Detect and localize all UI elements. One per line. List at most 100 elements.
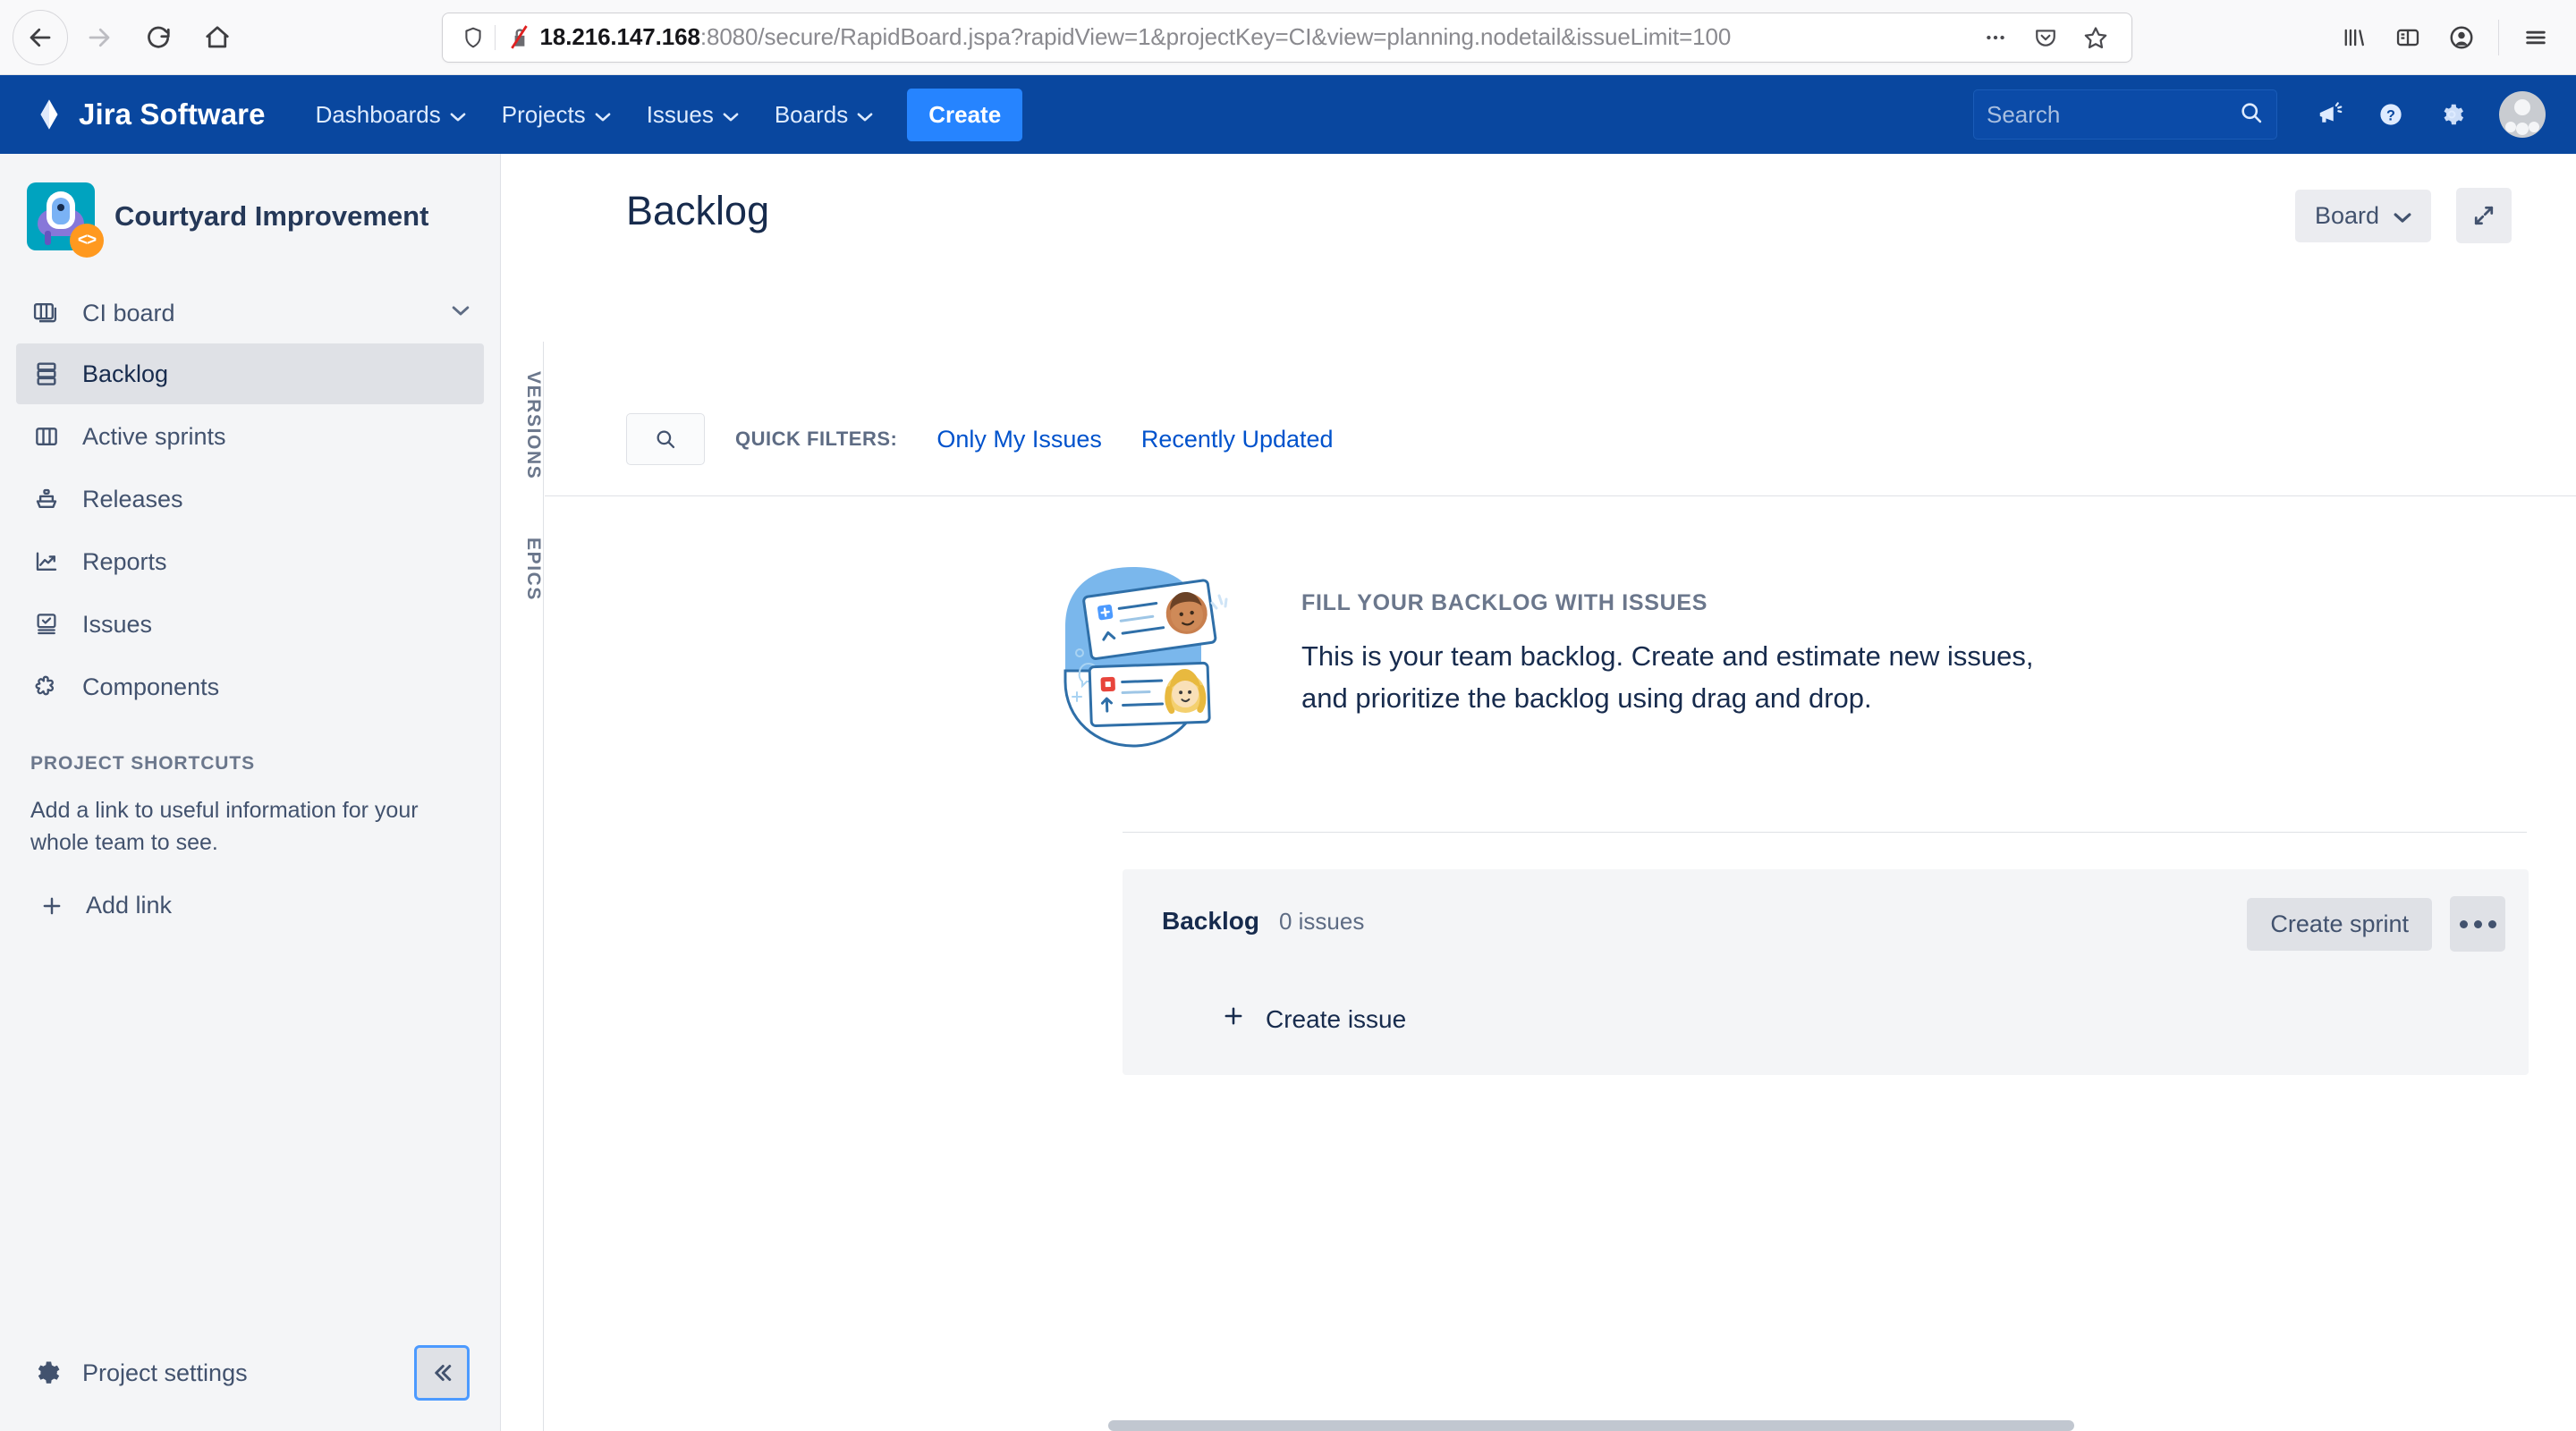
- backlog-empty-illustration: [1028, 556, 1239, 753]
- sidebar-board-label: CI board: [82, 299, 175, 326]
- search-icon: [2239, 100, 2264, 130]
- hamburger-menu-icon[interactable]: [2510, 12, 2562, 64]
- nav-item-issues[interactable]: Issues: [631, 89, 755, 141]
- board-view-select[interactable]: Board: [2294, 189, 2431, 242]
- url-divider: [494, 24, 496, 50]
- plus-icon: [1221, 1003, 1246, 1035]
- library-icon[interactable]: [2328, 12, 2380, 64]
- sidebar-item-backlog[interactable]: Backlog: [16, 343, 484, 404]
- help-circle-icon[interactable]: ?: [2363, 87, 2419, 142]
- backlog-section-header: Backlog 0 issues: [1162, 907, 1364, 936]
- project-shortcuts-title: PROJECT SHORTCUTS: [30, 753, 255, 774]
- url-bar[interactable]: 18.216.147.168:8080/secure/RapidBoard.js…: [441, 12, 2132, 63]
- backlog-section: Backlog 0 issues Create sprint Create is…: [1123, 869, 2529, 1075]
- sidebar-item-label: Issues: [82, 610, 153, 638]
- project-name: Courtyard Improvement: [114, 200, 429, 233]
- quick-filter-only-my-issues[interactable]: Only My Issues: [936, 426, 1102, 453]
- back-button[interactable]: [13, 9, 68, 65]
- sidebar-item-issues[interactable]: Issues: [16, 594, 484, 655]
- create-button[interactable]: Create: [907, 88, 1023, 141]
- nav-item-label: Issues: [646, 100, 714, 128]
- sidebar-toggle-icon[interactable]: [2382, 12, 2434, 64]
- tab-versions[interactable]: VERSIONS: [501, 354, 544, 497]
- illustration-svg: [1063, 567, 1228, 748]
- sidebar-item-reports[interactable]: Reports: [16, 531, 484, 592]
- page-title: Backlog: [626, 188, 770, 233]
- sidebar-board-selector[interactable]: CI board: [16, 283, 484, 343]
- nav-item-label: Projects: [501, 100, 586, 128]
- quick-filters-label: QUICK FILTERS:: [735, 428, 898, 450]
- project-settings-label[interactable]: Project settings: [82, 1359, 248, 1387]
- gear-icon[interactable]: [30, 1357, 63, 1389]
- url-text: 18.216.147.168:8080/secure/RapidBoard.js…: [535, 23, 1972, 51]
- save-to-pocket-icon[interactable]: [2022, 14, 2069, 61]
- page-actions-ellipsis-icon[interactable]: [1972, 14, 2019, 61]
- main-content: Backlog Board QUICK FILTERS: Only My Iss…: [545, 154, 2576, 1431]
- sidebar-item-label: Backlog: [82, 360, 169, 387]
- tracking-shield-icon[interactable]: [455, 26, 491, 49]
- empty-state-eyebrow: FILL YOUR BACKLOG WITH ISSUES: [1301, 590, 1708, 615]
- board-view-label: Board: [2314, 201, 2379, 229]
- project-header[interactable]: <> Courtyard Improvement: [0, 154, 500, 270]
- puzzle-piece-icon: [30, 671, 63, 703]
- sidebar-item-components[interactable]: Components: [16, 656, 484, 717]
- home-button[interactable]: [190, 10, 245, 65]
- svg-text:?: ?: [2386, 107, 2395, 123]
- browser-toolbar: 18.216.147.168:8080/secure/RapidBoard.js…: [0, 0, 2576, 75]
- nav-item-boards[interactable]: Boards: [758, 89, 889, 141]
- horizontal-scrollbar[interactable]: [1108, 1420, 2074, 1431]
- forward-button[interactable]: [72, 10, 127, 65]
- back-arrow-icon: [30, 28, 51, 47]
- sidebar-footer: Project settings: [0, 1345, 500, 1431]
- jira-logo-text: Jira Software: [79, 97, 266, 131]
- reload-button[interactable]: [131, 10, 186, 65]
- expand-diagonal-icon: [2474, 206, 2494, 225]
- browser-right-icons: [2328, 12, 2576, 64]
- jira-logo[interactable]: Jira Software: [0, 97, 266, 131]
- url-path: :8080/secure/RapidBoard.jspa?rapidView=1…: [699, 23, 1732, 50]
- backlog-section-actions: Create sprint: [2247, 896, 2505, 952]
- bookmark-star-icon[interactable]: [2072, 14, 2119, 61]
- nav-item-label: Boards: [774, 100, 849, 128]
- backlog-search-button[interactable]: [626, 413, 705, 465]
- gear-icon[interactable]: [2424, 87, 2479, 142]
- add-link-button[interactable]: Add link: [30, 859, 470, 922]
- chart-trend-icon: [30, 546, 63, 578]
- url-bar-icons: [1972, 14, 2119, 61]
- create-sprint-button[interactable]: Create sprint: [2247, 897, 2432, 951]
- main-header-actions: Board: [2294, 188, 2512, 243]
- backlog-empty-state: FILL YOUR BACKLOG WITH ISSUES This is yo…: [1028, 556, 2033, 753]
- backlog-more-button[interactable]: [2450, 896, 2505, 952]
- account-icon[interactable]: [2436, 12, 2487, 64]
- header-divider: [545, 495, 2576, 496]
- toolbar-divider: [2498, 19, 2499, 55]
- megaphone-icon[interactable]: [2302, 87, 2358, 142]
- backlog-issue-count: 0 issues: [1278, 908, 1365, 935]
- user-avatar[interactable]: [2499, 91, 2546, 138]
- sidebar-item-releases[interactable]: Releases: [16, 469, 484, 529]
- project-shortcuts-description: Add a link to useful information for you…: [30, 798, 419, 856]
- empty-state-line-2: and prioritize the backlog using drag an…: [1301, 682, 1872, 714]
- nav-item-label: Dashboards: [315, 100, 441, 128]
- nav-item-projects[interactable]: Projects: [486, 89, 627, 141]
- create-issue-button[interactable]: Create issue: [1221, 1003, 1406, 1035]
- sidebar-item-active-sprints[interactable]: Active sprints: [16, 406, 484, 467]
- chevron-down-icon: [723, 101, 739, 129]
- quick-filters-bar: QUICK FILTERS: Only My Issues Recently U…: [626, 413, 1334, 465]
- search-icon: [657, 430, 675, 449]
- chevron-down-icon: [857, 101, 873, 129]
- broken-lock-icon[interactable]: [504, 24, 535, 50]
- home-icon: [206, 25, 229, 47]
- ellipsis-dot: [2459, 919, 2468, 928]
- jira-diamond-logo-icon: [40, 99, 58, 130]
- quick-filter-recently-updated[interactable]: Recently Updated: [1141, 426, 1334, 453]
- sidebar-nav-list: CI board Backlog Active sprints Releases…: [0, 270, 500, 719]
- ellipsis-dot: [2487, 919, 2496, 928]
- fullscreen-button[interactable]: [2456, 188, 2512, 243]
- search-input[interactable]: Search: [1973, 89, 2277, 140]
- tab-epics[interactable]: EPICS: [501, 521, 544, 619]
- ellipsis-dot: [2473, 919, 2482, 928]
- collapse-sidebar-button[interactable]: [414, 1345, 470, 1401]
- backlog-empty-copy: FILL YOUR BACKLOG WITH ISSUES This is yo…: [1301, 590, 2033, 719]
- nav-item-dashboards[interactable]: Dashboards: [300, 89, 482, 141]
